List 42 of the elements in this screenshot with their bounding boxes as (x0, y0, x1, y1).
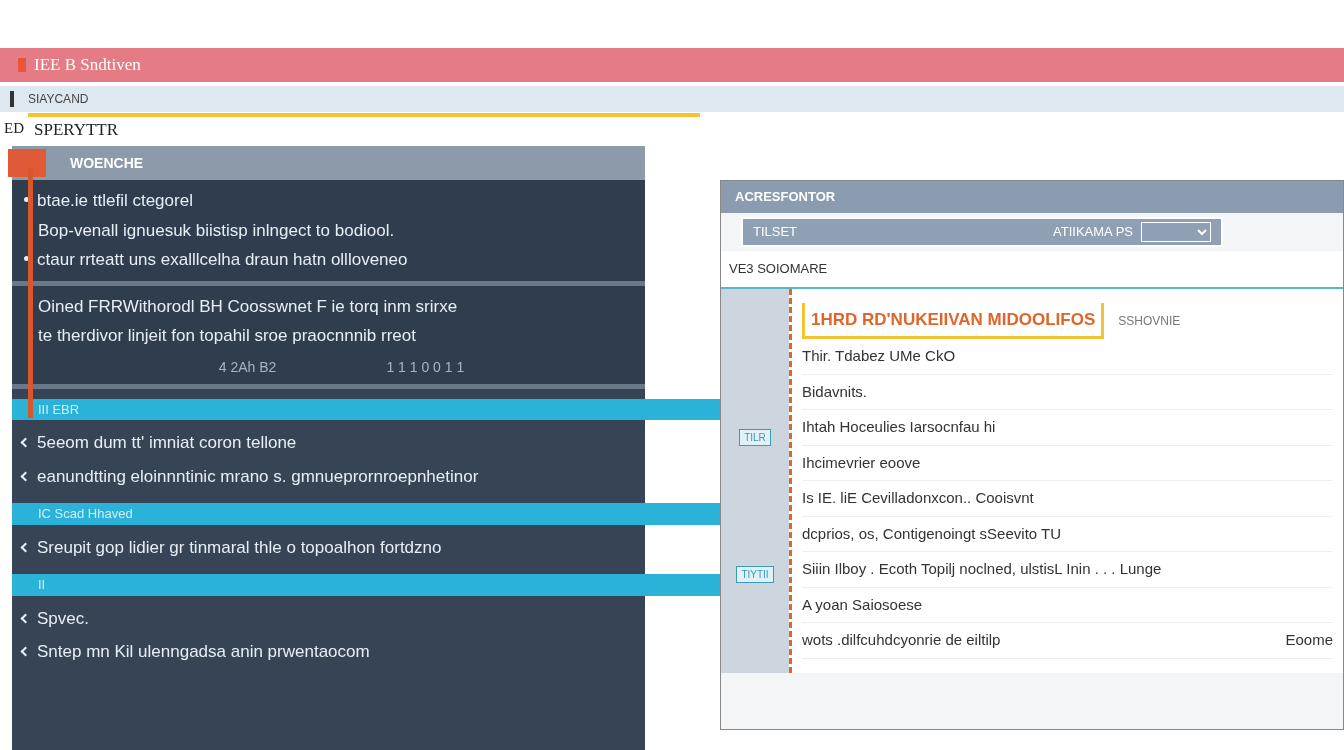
heading-note: SSHOVNIE (1118, 312, 1181, 330)
path-label: VE3 SOIOMARE (729, 261, 828, 276)
document-line: Ihtah Hoceulies Iarsocnfau hi (802, 417, 996, 437)
window-title: IEE B Sndtiven (34, 54, 141, 77)
number-text: 4 2Ah B2 (218, 357, 277, 377)
list-item: 5eeom dum tt' imniat coron tellone (37, 433, 297, 452)
app-icon (18, 58, 26, 72)
list-text: btae.ie ttlefil ctegorel (37, 191, 193, 210)
tag-label: TILR (739, 428, 771, 446)
section-bar[interactable]: II (12, 574, 723, 596)
toolbar-label: SIAYCAND (28, 91, 89, 108)
panel-title: ACRESFONTOR (735, 188, 836, 207)
list-item: Spvec. (37, 608, 89, 628)
panel-button[interactable] (8, 149, 46, 177)
section-bar[interactable]: III EBR (12, 398, 723, 420)
document-line: Is IE. liE Cevilladonxcon.. Cooisvnt (802, 488, 1034, 508)
number-text: 1 1 1 0 0 1 1 (386, 357, 465, 377)
list-text: ctaur rrteatt uns exalllcelha draun hatn ollloveneo (37, 250, 408, 269)
field-label: ED (3, 118, 25, 138)
list-item: Sntep mn Kil ulenngadsa anin prwentaocom (37, 642, 370, 661)
document-note: Eoome (1285, 630, 1333, 650)
dropdown[interactable] (1141, 222, 1211, 242)
list-text: te therdivor linjeit fon topahil sroe praocnnnib rreot (38, 326, 416, 345)
list-item: Sreupit gop lidier gr tinmaral thle o topoalhon fortdzno (37, 537, 442, 557)
document-line: dcprios, os, Contigenoingt sSeevito TU (802, 523, 1062, 544)
document-line: Ihcimevrier eoove (802, 452, 921, 473)
filter-label: TILSET (753, 223, 798, 242)
document-line: wots .dilfcuhdcyonrie de eiltilp (802, 630, 1001, 650)
section-bar[interactable]: IC Scad Hhaved (12, 503, 723, 525)
document-line: Thir. Tdabez UMe CkO (802, 346, 956, 366)
list-item: eanundtting eloinnntinic mrano s. gmnueprornroepnhetinor (37, 466, 479, 486)
document-line: Siiin Ilboy . Ecoth Topilj noclned, ulstisL Inin . . . Lunge (802, 559, 1162, 579)
list-text: Oined FRRWithorodl BH Coosswnet F ie torq inm srirxe (38, 296, 458, 316)
filter-value: ATIIKAMA PS (1053, 223, 1133, 242)
list-text: Bop-venall ignuesuk biistisp inlngect to bodiool. (38, 220, 395, 240)
document-heading: 1HRD RD'NUKEIIVAN MIDOOLIFOS (802, 302, 1105, 339)
panel-title: WOENCHE (70, 153, 144, 173)
filter-bar[interactable]: TILSET ATIIKAMA PS (741, 217, 1223, 247)
toolbar-icon[interactable] (10, 91, 14, 107)
document-line: A yoan Saiosoese (802, 594, 923, 615)
document-line: Bidavnits. (802, 381, 868, 402)
tag-label: TIYTII (736, 565, 774, 583)
